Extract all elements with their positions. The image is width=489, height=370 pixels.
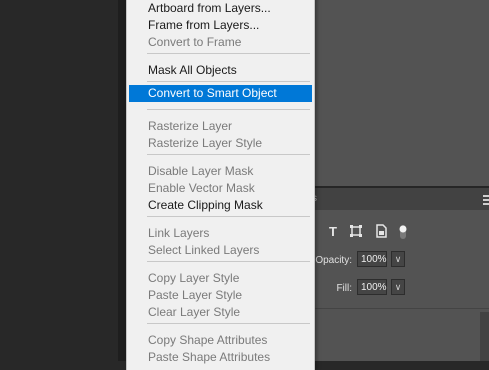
menu-item-clear-layer-style[interactable]: Clear Layer Style	[129, 304, 312, 320]
panel-separator	[312, 308, 489, 309]
panel-menu-icon[interactable]	[483, 195, 489, 205]
menu-item-convert-to-frame[interactable]: Convert to Frame	[129, 34, 312, 50]
fill-dropdown[interactable]: ∨	[391, 279, 405, 295]
shape-filter-icon[interactable]	[348, 224, 364, 240]
menu-item-copy-layer-style[interactable]: Copy Layer Style	[129, 270, 312, 286]
menu-separator	[147, 323, 310, 324]
menu-item-link-layers[interactable]: Link Layers	[129, 225, 312, 241]
layers-scrollbar[interactable]	[480, 312, 489, 361]
menu-item-copy-shape-attributes[interactable]: Copy Shape Attributes	[129, 332, 312, 348]
app-left-background	[0, 0, 118, 361]
menu-item-mask-all-objects[interactable]: Mask All Objects	[129, 62, 312, 78]
menu-item-frame-from-layers[interactable]: Frame from Layers...	[129, 17, 312, 33]
menu-item-disable-layer-mask[interactable]: Disable Layer Mask	[129, 163, 312, 179]
menu-item-paste-layer-style[interactable]: Paste Layer Style	[129, 287, 312, 303]
menu-item-rasterize-layer[interactable]: Rasterize Layer	[129, 118, 312, 134]
menu-item-enable-vector-mask[interactable]: Enable Vector Mask	[129, 180, 312, 196]
menu-separator	[147, 154, 310, 155]
menu-separator	[147, 261, 310, 262]
menu-item-convert-to-smart-object[interactable]: Convert to Smart Object	[129, 85, 312, 102]
opacity-input[interactable]: 100%	[357, 251, 387, 267]
smart-object-filter-icon[interactable]	[373, 224, 389, 240]
toggle-filter-icon[interactable]	[395, 224, 411, 240]
menu-separator	[147, 216, 310, 217]
type-filter-icon[interactable]: T	[325, 224, 341, 240]
menu-item-create-clipping-mask[interactable]: Create Clipping Mask	[129, 197, 312, 213]
layer-context-menu: Artboard from Layers... Frame from Layer…	[126, 0, 315, 370]
panel-divider	[118, 0, 126, 361]
menu-item-select-linked-layers[interactable]: Select Linked Layers	[129, 242, 312, 258]
menu-separator	[147, 81, 310, 82]
menu-item-rasterize-layer-style[interactable]: Rasterize Layer Style	[129, 135, 312, 151]
fill-input[interactable]: 100%	[357, 279, 387, 295]
menu-separator	[147, 53, 310, 54]
menu-item-artboard-from-layers[interactable]: Artboard from Layers...	[129, 0, 312, 16]
menu-separator	[147, 109, 310, 110]
menu-item-paste-shape-attributes[interactable]: Paste Shape Attributes	[129, 349, 312, 365]
opacity-dropdown[interactable]: ∨	[391, 251, 405, 267]
